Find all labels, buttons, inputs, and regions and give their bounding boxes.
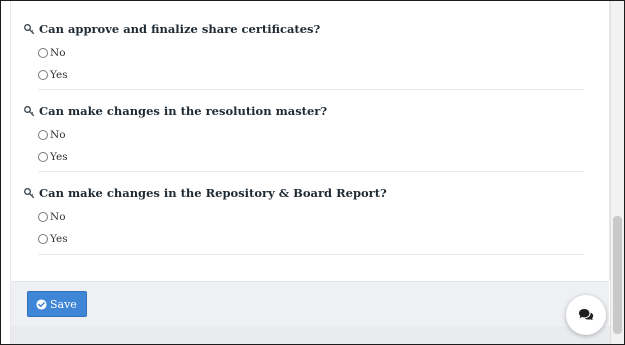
radio-no[interactable] — [38, 48, 48, 58]
save-button[interactable]: Save — [27, 291, 87, 317]
option-label: No — [50, 47, 66, 59]
option-label: Yes — [50, 151, 68, 163]
check-circle-icon — [36, 298, 47, 310]
chat-bubbles-icon — [579, 309, 594, 321]
scrollbar-thumb[interactable] — [613, 216, 622, 334]
question-label: Can approve and finalize share certifica… — [39, 22, 321, 36]
permissions-window: Can approve and finalize share certifica… — [0, 0, 625, 345]
left-gutter — [2, 1, 11, 344]
question-resolution-master: Can make changes in the resolution maste… — [23, 104, 327, 168]
option-yes[interactable]: Yes — [38, 64, 320, 86]
divider — [38, 254, 584, 255]
divider — [38, 171, 584, 172]
scrollbar[interactable] — [610, 1, 624, 344]
radio-yes[interactable] — [38, 70, 48, 80]
option-no[interactable]: No — [38, 124, 327, 146]
chat-button[interactable] — [566, 295, 606, 335]
option-label: Yes — [50, 233, 68, 245]
search-key-icon — [24, 188, 35, 199]
question-heading: Can make changes in the Repository & Boa… — [23, 186, 387, 200]
question-heading: Can make changes in the resolution maste… — [23, 104, 327, 118]
radio-yes[interactable] — [38, 152, 48, 162]
search-key-icon — [24, 24, 35, 35]
option-no[interactable]: No — [38, 206, 387, 228]
radio-no[interactable] — [38, 130, 48, 140]
option-label: No — [50, 129, 66, 141]
question-label: Can make changes in the Repository & Boa… — [39, 186, 387, 200]
divider — [38, 89, 584, 90]
radio-yes[interactable] — [38, 234, 48, 244]
search-key-icon — [24, 106, 35, 117]
option-label: No — [50, 211, 66, 223]
question-approve-certificates: Can approve and finalize share certifica… — [23, 22, 320, 86]
question-heading: Can approve and finalize share certifica… — [23, 22, 320, 36]
form-footer — [11, 281, 609, 326]
question-repository-board-report: Can make changes in the Repository & Boa… — [23, 186, 387, 250]
option-no[interactable]: No — [38, 42, 320, 64]
save-label: Save — [50, 297, 77, 311]
option-label: Yes — [50, 69, 68, 81]
bottom-band — [11, 326, 623, 344]
option-yes[interactable]: Yes — [38, 146, 327, 168]
radio-no[interactable] — [38, 212, 48, 222]
option-yes[interactable]: Yes — [38, 228, 387, 250]
question-label: Can make changes in the resolution maste… — [39, 104, 328, 118]
